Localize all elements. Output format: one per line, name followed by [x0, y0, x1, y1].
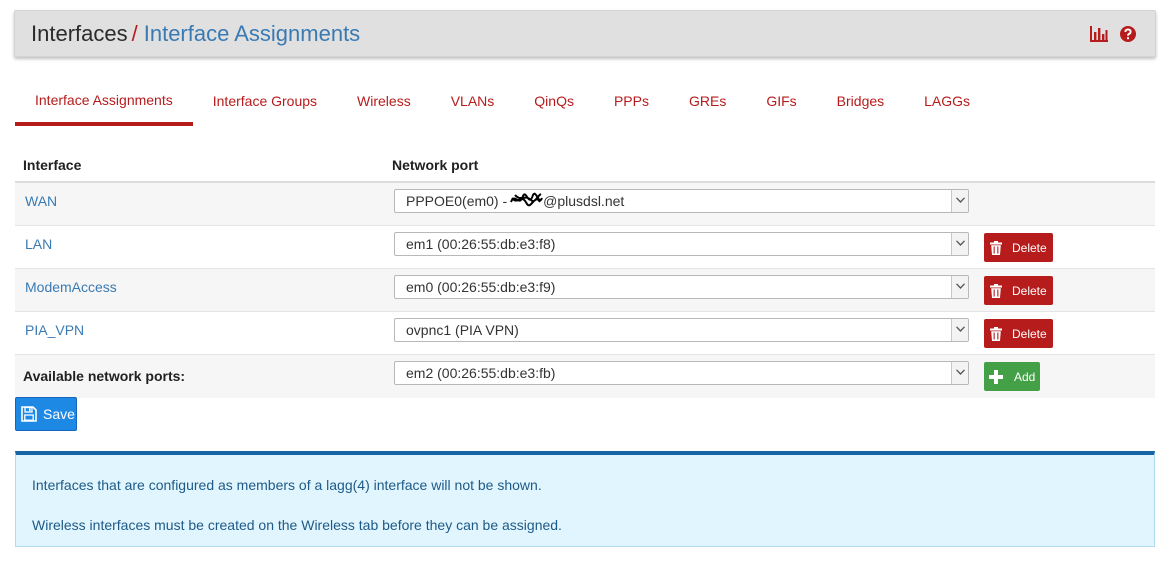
available-port-select[interactable]: em2 (00:26:55:db:e3:fb) — [394, 361, 969, 385]
select-value: em1 (00:26:55:db:e3:f8) — [406, 236, 556, 252]
add-button-label: Add — [1014, 369, 1036, 384]
trash-icon — [990, 240, 1002, 255]
delete-button-label: Delete — [1012, 240, 1047, 255]
table-row: ModemAccess em0 (00:26:55:db:e3:f9) Dele… — [15, 269, 1155, 312]
delete-button-modemaccess[interactable]: Delete — [984, 276, 1053, 305]
tab-ppps[interactable]: PPPs — [594, 78, 669, 126]
interface-table: Interface Network port WAN PPPOE0(em0) -… — [15, 145, 1155, 398]
tab-wireless[interactable]: Wireless — [337, 78, 431, 126]
tab-qinqs[interactable]: QinQs — [514, 78, 594, 126]
tab-laggs[interactable]: LAGGs — [904, 78, 990, 126]
trash-icon — [990, 283, 1002, 298]
chevron-down-icon — [951, 362, 968, 384]
info-text-lagg: Interfaces that are configured as member… — [32, 477, 542, 493]
plus-icon — [989, 369, 1003, 384]
info-text-wireless: Wireless interfaces must be created on t… — [32, 517, 562, 533]
save-icon — [21, 406, 37, 422]
network-port-select-modemaccess[interactable]: em0 (00:26:55:db:e3:f9) — [394, 275, 969, 299]
tab-gifs[interactable]: GIFs — [746, 78, 816, 126]
delete-button-lan[interactable]: Delete — [984, 233, 1053, 262]
delete-button-pia-vpn[interactable]: Delete — [984, 319, 1053, 348]
available-ports-label: Available network ports: — [23, 368, 186, 384]
network-port-select-pia-vpn[interactable]: ovpnc1 (PIA VPN) — [394, 318, 969, 342]
breadcrumb-separator: / — [131, 21, 138, 46]
breadcrumb-current[interactable]: Interface Assignments — [144, 21, 360, 46]
chart-icon[interactable] — [1089, 25, 1109, 43]
tab-gres[interactable]: GREs — [669, 78, 746, 126]
page-header: Interfaces / Interface Assignments — [14, 10, 1156, 57]
save-button[interactable]: Save — [15, 397, 77, 431]
table-row: LAN em1 (00:26:55:db:e3:f8) Delete — [15, 226, 1155, 269]
interface-link-modemaccess[interactable]: ModemAccess — [25, 279, 117, 295]
tab-vlans[interactable]: VLANs — [431, 78, 515, 126]
column-header-interface: Interface — [23, 157, 82, 173]
select-value: em2 (00:26:55:db:e3:fb) — [406, 365, 556, 381]
table-row: PIA_VPN ovpnc1 (PIA VPN) Delete — [15, 312, 1155, 355]
select-value-suffix: @plusdsl.net — [543, 193, 625, 209]
trash-icon — [990, 326, 1002, 341]
help-icon[interactable] — [1119, 25, 1139, 43]
chevron-down-icon — [951, 319, 968, 341]
tab-bridges[interactable]: Bridges — [817, 78, 904, 126]
tab-interface-groups[interactable]: Interface Groups — [193, 78, 337, 126]
select-value: PPPOE0(em0) - — [406, 193, 508, 209]
tab-interface-assignments[interactable]: Interface Assignments — [15, 78, 193, 126]
interface-link-pia-vpn[interactable]: PIA_VPN — [25, 322, 84, 338]
breadcrumb: Interfaces / Interface Assignments — [31, 21, 360, 47]
column-header-network-port: Network port — [392, 157, 479, 173]
select-value: ovpnc1 (PIA VPN) — [406, 322, 519, 338]
chevron-down-icon — [951, 233, 968, 255]
chevron-down-icon — [951, 276, 968, 298]
save-button-label: Save — [43, 406, 75, 422]
breadcrumb-parent[interactable]: Interfaces — [31, 21, 128, 46]
table-row-available-ports: Available network ports: em2 (00:26:55:d… — [15, 355, 1155, 398]
interface-link-lan[interactable]: LAN — [25, 236, 52, 252]
header-icons — [1089, 25, 1139, 43]
interface-link-wan[interactable]: WAN — [25, 193, 57, 209]
table-header: Interface Network port — [15, 145, 1155, 183]
redaction-scribble — [510, 193, 544, 207]
info-alert: Interfaces that are configured as member… — [15, 451, 1155, 547]
delete-button-label: Delete — [1012, 283, 1047, 298]
table-row: WAN PPPOE0(em0) - @plusdsl.net — [15, 183, 1155, 226]
network-port-select-wan[interactable]: PPPOE0(em0) - @plusdsl.net — [394, 189, 969, 213]
delete-button-label: Delete — [1012, 326, 1047, 341]
select-value: em0 (00:26:55:db:e3:f9) — [406, 279, 556, 295]
add-button[interactable]: Add — [984, 362, 1040, 391]
network-port-select-lan[interactable]: em1 (00:26:55:db:e3:f8) — [394, 232, 969, 256]
tab-bar: Interface Assignments Interface Groups W… — [15, 78, 1155, 126]
chevron-down-icon — [951, 190, 968, 212]
